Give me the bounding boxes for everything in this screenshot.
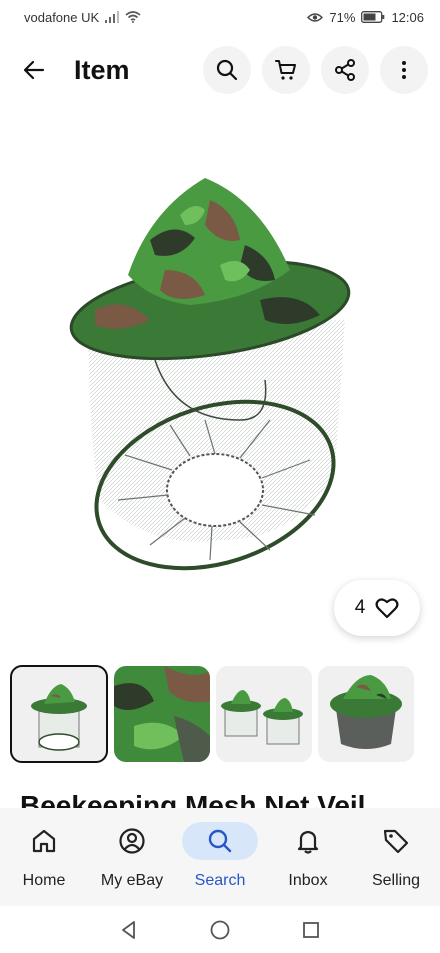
thumbnail-image (221, 690, 303, 745)
system-nav-bar (0, 906, 440, 953)
search-icon (216, 59, 238, 81)
thumbnail-image (31, 684, 87, 751)
image-thumbnails (10, 665, 414, 763)
nav-icon-wrap (270, 822, 346, 860)
nav-inbox[interactable]: Inbox (264, 822, 352, 890)
nav-home[interactable]: Home (0, 822, 88, 890)
bee-veil-hat-image (69, 178, 351, 571)
status-left: vodafone UK (24, 10, 141, 25)
bell-icon (297, 830, 319, 854)
nav-search[interactable]: Search (176, 822, 264, 890)
status-right: 71% 12:06 (307, 10, 424, 25)
recents-square-icon[interactable] (301, 920, 321, 940)
back-triangle-icon[interactable] (119, 920, 139, 940)
share-icon (335, 59, 355, 81)
watch-count: 4 (354, 597, 366, 618)
watch-button[interactable]: 4 (334, 580, 420, 636)
nav-label: My eBay (100, 872, 164, 889)
nav-icon-wrap (6, 822, 82, 860)
status-bar: vodafone UK 71% 12:06 (0, 0, 440, 34)
eye-icon (307, 12, 324, 23)
clock: 12:06 (391, 9, 424, 25)
battery-percent: 71% (329, 9, 356, 25)
back-button[interactable] (14, 50, 54, 90)
wifi-icon (125, 11, 141, 23)
more-vertical-icon (402, 61, 406, 79)
more-options-button[interactable] (380, 46, 428, 94)
nav-icon-wrap (94, 822, 170, 860)
search-button[interactable] (203, 46, 251, 94)
nav-icon-wrap (182, 822, 258, 860)
nav-my-ebay[interactable]: My eBay (88, 822, 176, 890)
thumbnail-3[interactable] (216, 666, 312, 762)
product-image[interactable] (0, 120, 440, 640)
tag-icon (383, 829, 409, 854)
signal-icon (105, 11, 120, 23)
cart-button[interactable] (262, 46, 310, 94)
arrow-left-icon (23, 60, 45, 80)
thumbnail-1[interactable] (10, 665, 108, 763)
page-title: Item (74, 54, 130, 85)
nav-selling[interactable]: Selling (352, 822, 440, 890)
heart-icon (375, 598, 399, 619)
search-icon (208, 829, 232, 853)
share-button[interactable] (321, 46, 369, 94)
thumbnail-4[interactable] (318, 666, 414, 762)
home-icon (32, 829, 56, 853)
thumbnail-2[interactable] (114, 666, 210, 762)
nav-label: Inbox (288, 872, 328, 889)
nav-label: Search (194, 872, 246, 889)
nav-label: Home (22, 872, 66, 889)
cart-icon (275, 60, 296, 80)
nav-label: Selling (371, 872, 421, 889)
thumbnail-image (114, 666, 210, 762)
bottom-nav: Home My eBay Search Inbox Selling (0, 808, 440, 906)
battery-icon (361, 11, 385, 23)
user-icon (119, 828, 145, 854)
nav-icon-wrap (358, 822, 434, 860)
app-bar: Item (0, 40, 440, 100)
home-circle-icon[interactable] (209, 919, 231, 941)
thumbnail-image (330, 675, 402, 749)
carrier-name: vodafone UK (24, 9, 100, 25)
